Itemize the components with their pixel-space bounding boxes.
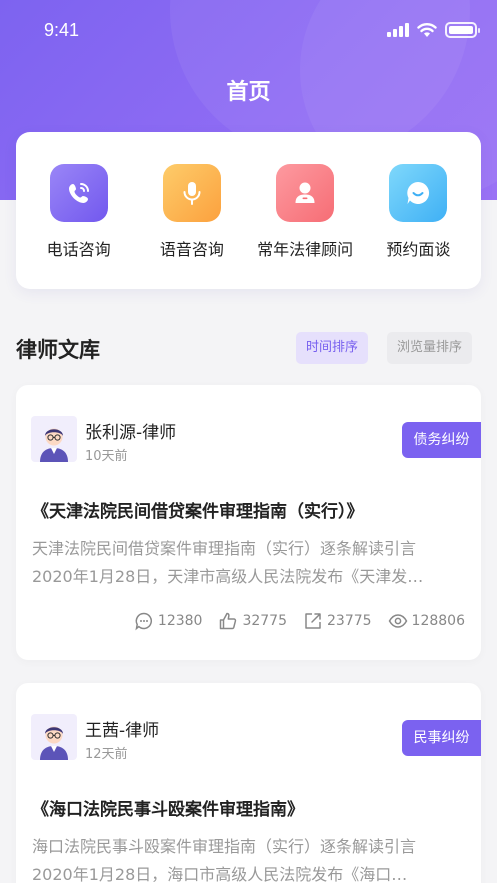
views-stat: 128806 — [388, 611, 465, 631]
article-excerpt: 海口法院民事斗殴案件审理指南（实行）逐条解读引言 2020年1月28日，海口市高… — [32, 833, 462, 883]
article-stats: 12380 32775 23775 128806 — [134, 611, 465, 631]
article-card[interactable]: 王茜-律师 12天前 民事纠纷 《海口法院民事斗殴案件审理指南》 海口法院民事斗… — [16, 683, 481, 883]
quick-action-label: 常年法律顾问 — [257, 240, 354, 259]
quick-action-label: 预约面谈 — [386, 240, 451, 259]
person-icon — [276, 164, 335, 222]
battery-icon — [445, 22, 480, 38]
status-time: 9:41 — [44, 20, 80, 40]
sort-by-time-button[interactable]: 时间排序 — [296, 332, 369, 364]
article-card[interactable]: 张利源-律师 10天前 债务纠纷 《天津法院民间借贷案件审理指南（实行）》 天津… — [16, 385, 481, 660]
eye-icon — [388, 614, 407, 628]
comments-count: 12380 — [157, 613, 203, 629]
shares-stat[interactable]: 23775 — [303, 611, 372, 631]
author-name: 王茜-律师 — [85, 721, 160, 741]
comment-icon — [135, 612, 152, 631]
excerpt-line: 2020年1月28日，天津市高级人民法院发布《天津发… — [32, 567, 424, 586]
quick-action-appointment[interactable]: 预约面谈 — [363, 164, 473, 289]
excerpt-line: 2020年1月28日，海口市高级人民法院发布《海口… — [32, 865, 408, 883]
author-name: 张利源-律师 — [85, 423, 177, 443]
category-tag[interactable]: 债务纠纷 — [402, 422, 481, 458]
share-icon — [305, 613, 321, 629]
microphone-icon — [162, 164, 221, 222]
excerpt-line: 天津法院民间借贷案件审理指南（实行）逐条解读引言 — [32, 539, 417, 558]
shares-count: 23775 — [327, 613, 372, 629]
cellular-signal-icon — [387, 23, 409, 37]
section-title: 律师文库 — [16, 338, 100, 362]
thumbs-up-icon — [220, 612, 237, 630]
article-title: 《海口法院民事斗殴案件审理指南》 — [32, 800, 304, 820]
post-time: 12天前 — [85, 747, 128, 762]
sort-by-views-button[interactable]: 浏览量排序 — [387, 332, 473, 364]
quick-action-label: 电话咨询 — [46, 240, 111, 259]
quick-action-phone[interactable]: 电话咨询 — [24, 164, 134, 289]
avatar — [31, 714, 77, 760]
category-tag[interactable]: 民事纠纷 — [402, 720, 481, 756]
comments-stat[interactable]: 12380 — [134, 611, 203, 631]
quick-action-counsel[interactable]: 常年法律顾问 — [250, 164, 360, 289]
wifi-icon — [417, 23, 437, 37]
quick-action-label: 语音咨询 — [159, 240, 224, 259]
article-excerpt: 天津法院民间借贷案件审理指南（实行）逐条解读引言 2020年1月28日，天津市高… — [32, 535, 462, 591]
views-count: 128806 — [411, 613, 465, 629]
avatar — [31, 416, 77, 462]
post-time: 10天前 — [85, 449, 128, 464]
page-title: 首页 — [226, 80, 271, 105]
phone-icon — [49, 164, 108, 222]
likes-count: 32775 — [242, 613, 287, 629]
likes-stat[interactable]: 32775 — [218, 611, 287, 631]
library-header: 律师文库 时间排序 浏览量排序 — [16, 330, 481, 366]
quick-actions-card: 电话咨询 语音咨询 常年法律顾问 预约面谈 — [16, 132, 481, 289]
excerpt-line: 海口法院民事斗殴案件审理指南（实行）逐条解读引言 — [32, 837, 417, 856]
article-title: 《天津法院民间借贷案件审理指南（实行）》 — [32, 502, 364, 522]
quick-action-voice[interactable]: 语音咨询 — [137, 164, 247, 289]
chat-icon — [389, 164, 448, 222]
status-bar: 9:41 — [0, 0, 497, 64]
